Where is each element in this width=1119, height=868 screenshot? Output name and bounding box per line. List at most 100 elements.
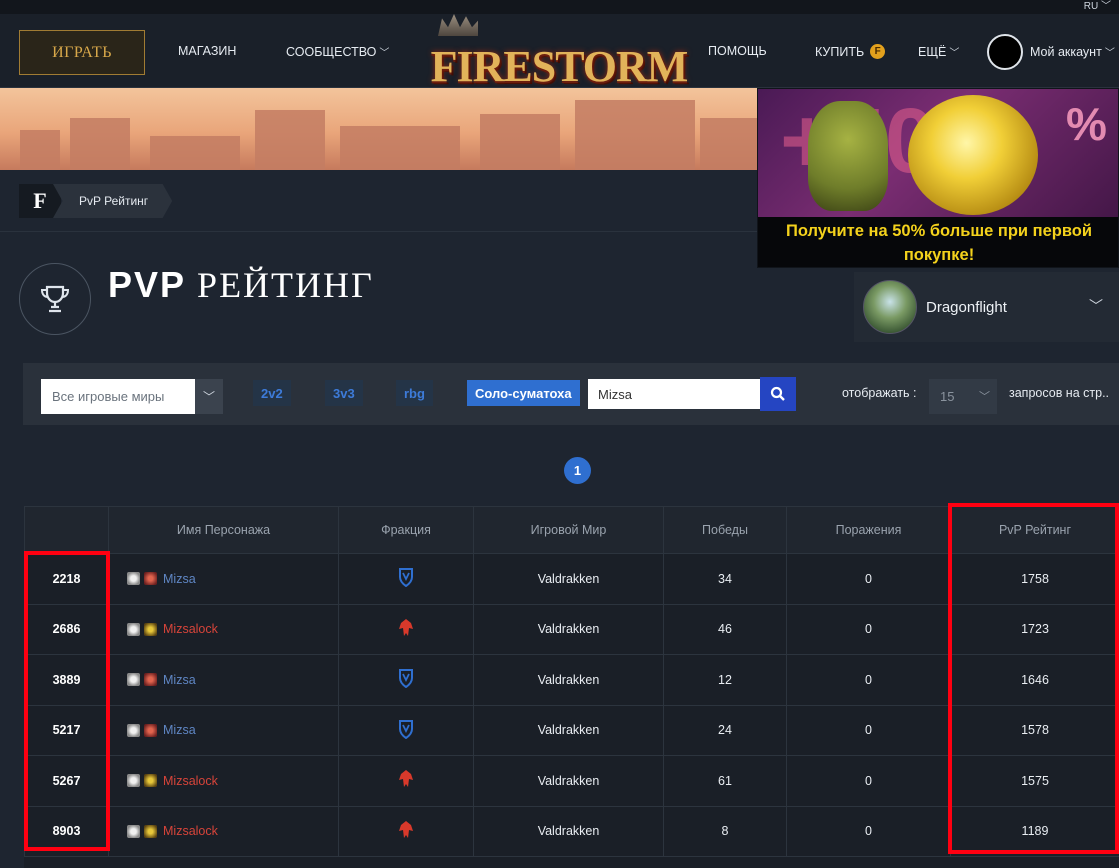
realm-select-placeholder: Все игровые миры: [52, 389, 165, 404]
nav-shop-label: МАГАЗИН: [178, 44, 237, 58]
dragonflight-icon: [863, 280, 917, 334]
faction-cell: [338, 704, 474, 756]
character-cell: Mizsalock: [108, 755, 339, 807]
avatar[interactable]: [987, 34, 1023, 70]
rating-cell: 1758: [950, 553, 1119, 605]
banner-mesa: [150, 136, 240, 170]
rank-cell: 8903: [24, 805, 109, 857]
bracket-label: Соло-суматоха: [475, 385, 572, 401]
breadcrumb-current-label: PvP Рейтинг: [79, 194, 149, 208]
chevron-down-icon: ﹀: [1089, 298, 1103, 314]
table-row: 3889 Mizsa Valdrakken 12 0 1646: [24, 654, 1119, 706]
realm-cell: Valdrakken: [473, 704, 664, 756]
bracket-rbg[interactable]: rbg: [396, 380, 433, 406]
faction-cell: [338, 603, 474, 655]
header-realm[interactable]: Игровой Мир: [473, 506, 664, 554]
header-faction[interactable]: Фракция: [338, 506, 474, 554]
bracket-solo-shuffle[interactable]: Соло-суматоха: [467, 380, 580, 406]
nav-shop[interactable]: МАГАЗИН: [178, 44, 236, 58]
header-rank[interactable]: [24, 506, 109, 554]
nav-community-label: СООБЩЕСТВО: [286, 44, 377, 59]
per-page-select[interactable]: 15 ﹀: [929, 379, 997, 414]
table-header-row: Имя Персонажа Фракция Игровой Мир Победы…: [24, 506, 1119, 554]
header-losses[interactable]: Поражения: [786, 506, 951, 554]
banner-mesa: [340, 126, 460, 170]
nav-help[interactable]: ПОМОЩЬ: [708, 44, 767, 58]
character-name-link[interactable]: Mizsalock: [163, 622, 218, 636]
table-row: 2218 Mizsa Valdrakken 34 0 1758: [24, 553, 1119, 605]
class-icon: [144, 774, 157, 788]
rating-cell: 1575: [950, 755, 1119, 807]
language-selector[interactable]: RU ﹀: [0, 0, 1119, 14]
faction-cell: [338, 805, 474, 857]
character-name-link[interactable]: Mizsa: [163, 673, 196, 687]
bracket-2v2[interactable]: 2v2: [253, 380, 291, 406]
rank-cell: 5267: [24, 755, 109, 807]
page-title-bold: PVP: [108, 264, 187, 305]
page-button-current[interactable]: 1: [564, 457, 591, 484]
race-icon: [127, 572, 140, 586]
breadcrumb-current: PvP Рейтинг: [53, 184, 173, 218]
bracket-3v3[interactable]: 3v3: [325, 380, 363, 406]
character-cell: Mizsa: [108, 654, 339, 706]
header-wins[interactable]: Победы: [663, 506, 787, 554]
ranking-table: Имя Персонажа Фракция Игровой Мир Победы…: [24, 506, 1119, 868]
losses-cell: 0: [786, 603, 951, 655]
trophy-icon: [19, 263, 91, 335]
promo-text: Получите на 50% больше при первой покупк…: [758, 217, 1118, 267]
nav-help-label: ПОМОЩЬ: [708, 44, 767, 58]
race-icon: [127, 824, 140, 838]
nav-buy[interactable]: КУПИТЬ F: [815, 44, 886, 59]
rating-cell: 1578: [950, 704, 1119, 756]
nav-account-label: Мой аккаунт: [1030, 44, 1102, 59]
expansion-selector[interactable]: Dragonflight ﹀: [854, 272, 1119, 342]
alliance-crest-icon: [399, 669, 413, 689]
promo-banner[interactable]: +50 % Получите на 50% больше при первой …: [757, 88, 1119, 268]
site-header: ИГРАТЬ МАГАЗИН СООБЩЕСТВО ﹀ FIRESTORM ПО…: [0, 14, 1119, 91]
character-name-link[interactable]: Mizsalock: [163, 774, 218, 788]
losses-cell: 0: [786, 553, 951, 605]
losses-cell: 0: [786, 805, 951, 857]
search-input[interactable]: Mizsa: [588, 379, 761, 409]
character-name-link[interactable]: Mizsa: [163, 572, 196, 586]
play-button[interactable]: ИГРАТЬ: [19, 30, 145, 75]
header-pvp-rating[interactable]: PvP Рейтинг: [950, 506, 1119, 554]
search-button[interactable]: [760, 377, 796, 411]
rank-cell: 5217: [24, 704, 109, 756]
realm-cell: Valdrakken: [473, 603, 664, 655]
banner-mesa: [480, 114, 560, 170]
character-cell: Mizsalock: [108, 805, 339, 857]
filter-bar: Все игровые миры ﹀ 2v2 3v3 rbg Соло-сума…: [23, 363, 1119, 425]
character-name-link[interactable]: Mizsa: [163, 723, 196, 737]
wins-cell: 61: [663, 755, 787, 807]
chevron-down-icon: ﹀: [379, 48, 390, 59]
chevron-down-icon[interactable]: ﹀: [195, 379, 223, 414]
losses-cell: 0: [786, 755, 951, 807]
search-input-value: Mizsa: [598, 386, 632, 402]
realm-cell: Valdrakken: [473, 805, 664, 857]
bracket-label: rbg: [404, 385, 425, 401]
home-logo-icon: F: [33, 188, 47, 213]
breadcrumb-home[interactable]: F: [19, 184, 61, 218]
divider: [0, 231, 757, 232]
banner-mesa: [70, 118, 130, 170]
class-icon: [144, 673, 157, 687]
table-row: 2686 Mizsalock Valdrakken 46 0 1723: [24, 603, 1119, 655]
race-icon: [127, 673, 140, 687]
logo-text: FIRESTORM: [430, 41, 689, 91]
nav-account[interactable]: Мой аккаунт ﹀: [1030, 44, 1115, 60]
race-icon: [127, 723, 140, 737]
header-character-name[interactable]: Имя Персонажа: [108, 506, 339, 554]
wins-cell: 34: [663, 553, 787, 605]
class-icon: [144, 572, 157, 586]
nav-buy-label: КУПИТЬ: [815, 44, 865, 59]
rating-cell: 1646: [950, 654, 1119, 706]
per-page-value: 15: [940, 389, 955, 404]
faction-cell: [338, 755, 474, 807]
nav-more[interactable]: ЕЩЁ ﹀: [918, 44, 959, 60]
nav-community[interactable]: СООБЩЕСТВО ﹀: [286, 44, 390, 60]
wins-cell: 46: [663, 603, 787, 655]
character-name-link[interactable]: Mizsalock: [163, 824, 218, 838]
horde-crest-icon: [399, 770, 413, 788]
language-label[interactable]: RU ﹀: [1084, 1, 1111, 12]
